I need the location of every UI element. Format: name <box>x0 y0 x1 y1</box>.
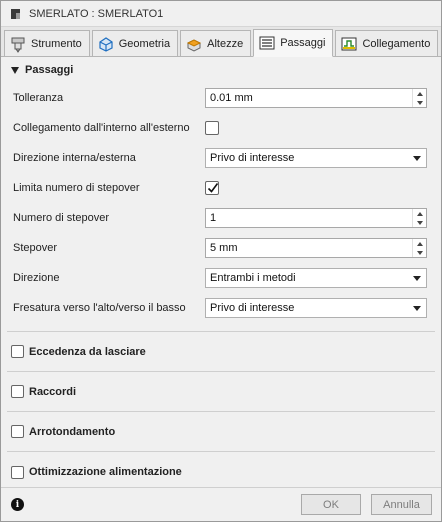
title-bar: SMERLATO : SMERLATO1 <box>1 1 441 27</box>
passes-icon <box>259 36 275 50</box>
stepover-input[interactable]: 5 mm <box>205 238 427 258</box>
direction-value: Entrambi i metodi <box>210 272 296 284</box>
collapse-triangle-icon[interactable] <box>11 66 19 74</box>
stepover-row: Stepover 5 mm <box>1 233 441 263</box>
limit-stepovers-row: Limita numero di stepover <box>1 173 441 203</box>
heights-icon <box>186 38 202 52</box>
dialog-window: SMERLATO : SMERLATO1 Strumento Geometria… <box>0 0 442 522</box>
tab-label: Collegamento <box>362 37 431 50</box>
direction-select[interactable]: Entrambi i metodi <box>205 268 427 288</box>
direction-in-out-label: Direzione interna/esterna <box>13 152 136 164</box>
num-stepovers-row: Numero di stepover 1 <box>1 203 441 233</box>
spin-up-icon[interactable] <box>413 89 426 98</box>
section-checkbox[interactable] <box>11 425 24 438</box>
num-stepovers-spinner[interactable] <box>412 209 426 227</box>
milling-updown-value: Privo di interesse <box>210 302 295 314</box>
num-stepovers-label: Numero di stepover <box>13 212 109 224</box>
app-logo-icon <box>11 8 20 19</box>
section-label: Eccedenza da lasciare <box>29 345 146 358</box>
tab-bar: Strumento Geometria Altezze Passaggi Col… <box>1 27 441 57</box>
direction-row: Direzione Entrambi i metodi <box>1 263 441 293</box>
cancel-button[interactable]: Annulla <box>371 494 432 515</box>
passes-group-header[interactable]: Passaggi <box>1 57 441 83</box>
info-icon[interactable]: i <box>11 498 24 511</box>
tab-label: Geometria <box>118 37 171 50</box>
link-inside-out-checkbox[interactable] <box>205 121 219 135</box>
link-inside-out-row: Collegamento dall'interno all'esterno <box>1 113 441 143</box>
group-title: Passaggi <box>25 64 74 76</box>
direction-in-out-value: Privo di interesse <box>210 152 295 164</box>
ok-button[interactable]: OK <box>301 494 361 515</box>
section-label: Raccordi <box>29 385 77 398</box>
section-fillets[interactable]: Raccordi <box>7 372 435 412</box>
num-stepovers-value: 1 <box>210 212 217 224</box>
tool-icon <box>11 37 25 53</box>
tolerance-label: Tolleranza <box>13 92 64 104</box>
tab-geometria[interactable]: Geometria <box>91 30 179 56</box>
milling-updown-label: Fresatura verso l'alto/verso il basso <box>13 302 186 314</box>
section-checkbox[interactable] <box>11 345 24 358</box>
spin-down-icon[interactable] <box>413 248 426 257</box>
geometry-icon <box>99 36 113 52</box>
tab-strumento[interactable]: Strumento <box>4 30 90 56</box>
milling-updown-select[interactable]: Privo di interesse <box>205 298 427 318</box>
spin-up-icon[interactable] <box>413 209 426 218</box>
dropdown-caret-icon <box>413 156 421 161</box>
section-checkbox[interactable] <box>11 465 24 479</box>
section-stock-to-leave[interactable]: Eccedenza da lasciare <box>7 332 435 372</box>
section-checkbox[interactable] <box>11 385 24 398</box>
tab-passaggi[interactable]: Passaggi <box>253 29 334 57</box>
section-smoothing[interactable]: Arrotondamento <box>7 412 435 452</box>
tolerance-row: Tolleranza 0.01 mm <box>1 83 441 113</box>
window-title: SMERLATO : SMERLATO1 <box>29 7 164 20</box>
tab-label: Strumento <box>31 37 82 50</box>
milling-updown-row: Fresatura verso l'alto/verso il basso Pr… <box>1 293 441 323</box>
stepover-spinner[interactable] <box>412 239 426 257</box>
limit-stepovers-checkbox[interactable] <box>205 181 219 195</box>
dropdown-caret-icon <box>413 276 421 281</box>
direction-in-out-row: Direzione interna/esterna Privo di inter… <box>1 143 441 173</box>
linking-icon <box>341 37 357 50</box>
section-feed-optimization[interactable]: Ottimizzazione alimentazione <box>7 452 435 489</box>
tolerance-spinner[interactable] <box>412 89 426 107</box>
tolerance-value: 0.01 mm <box>210 92 253 104</box>
tab-label: Passaggi <box>280 37 326 49</box>
spin-down-icon[interactable] <box>413 98 426 107</box>
passes-panel: Passaggi Tolleranza 0.01 mm Collegamento… <box>1 57 441 489</box>
direction-in-out-select[interactable]: Privo di interesse <box>205 148 427 168</box>
limit-stepovers-label: Limita numero di stepover <box>13 182 140 194</box>
num-stepovers-input[interactable]: 1 <box>205 208 427 228</box>
section-label: Arrotondamento <box>29 425 116 438</box>
stepover-value: 5 mm <box>210 242 238 254</box>
section-label: Ottimizzazione alimentazione <box>29 466 182 478</box>
tab-label: Altezze <box>207 37 244 50</box>
stepover-label: Stepover <box>13 242 58 254</box>
spin-up-icon[interactable] <box>413 239 426 248</box>
link-inside-out-label: Collegamento dall'interno all'esterno <box>13 122 190 134</box>
tab-altezze[interactable]: Altezze <box>180 30 252 56</box>
spin-down-icon[interactable] <box>413 218 426 227</box>
tolerance-input[interactable]: 0.01 mm <box>205 88 427 108</box>
dropdown-caret-icon <box>413 306 421 311</box>
dialog-footer: i OK Annulla <box>1 487 441 521</box>
direction-label: Direzione <box>13 272 60 284</box>
checkmark-icon <box>207 183 219 193</box>
tab-collegamento[interactable]: Collegamento <box>335 30 439 56</box>
